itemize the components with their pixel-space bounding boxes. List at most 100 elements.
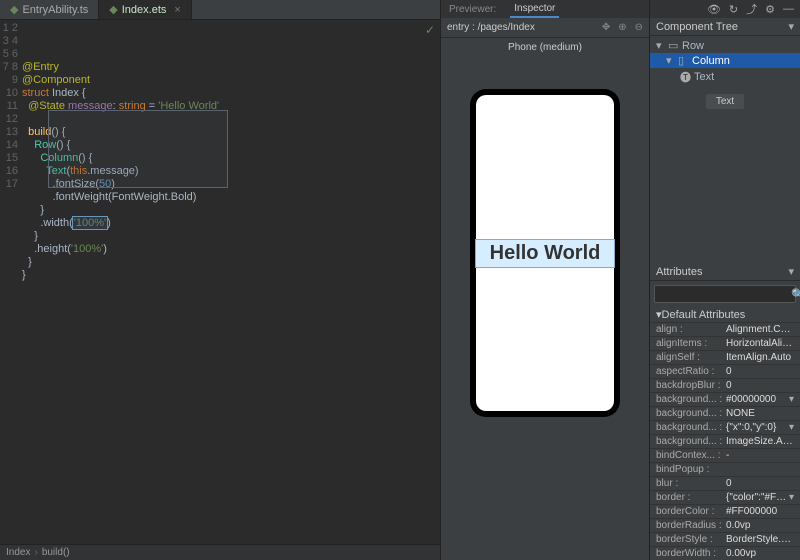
attr-key: backdropBlur :	[656, 380, 726, 391]
gear-icon[interactable]: ⚙	[765, 3, 775, 16]
hello-text[interactable]: Hello World	[476, 240, 614, 267]
attr-val: 0.0vp	[726, 520, 794, 531]
attr-row[interactable]: borderColor :#FF000000	[650, 504, 800, 518]
code-area[interactable]: @Entry @Component struct Index { @State …	[22, 20, 440, 544]
code-token: Index {	[49, 87, 86, 99]
code-token: 'Hello World'	[158, 100, 219, 112]
attr-row[interactable]: backdropBlur :0	[650, 378, 800, 392]
attr-key: bindContex... :	[656, 450, 726, 461]
close-icon[interactable]: ×	[174, 4, 180, 16]
attr-row[interactable]: bindPopup :	[650, 462, 800, 476]
attr-key: bindPopup :	[656, 464, 726, 475]
tab-inspector[interactable]: Inspector	[510, 1, 559, 18]
search-input[interactable]	[659, 289, 791, 300]
tab-entryability[interactable]: ◆ EntryAbility.ts	[0, 0, 99, 19]
attr-val: Alignment.Center	[726, 324, 794, 335]
attr-row[interactable]: blur :0	[650, 476, 800, 490]
code-token: struct	[22, 87, 49, 99]
attr-val: 0	[726, 366, 794, 377]
code-token: () {	[78, 152, 92, 164]
attr-list: align :Alignment.CenteralignItems :Horiz…	[650, 322, 800, 560]
code-token: .fontWeight(FontWeight.Bold)	[22, 191, 196, 203]
crumb[interactable]: Index	[6, 547, 30, 558]
search-icon[interactable]: 🔍	[791, 288, 800, 301]
code-token: message	[65, 100, 113, 112]
export-icon[interactable]: ⤴	[746, 1, 757, 17]
attr-row[interactable]: alignItems :HorizontalAlign.Cen...	[650, 336, 800, 350]
device-screen[interactable]: Hello World	[476, 95, 614, 411]
attributes-header[interactable]: Attributes ▾	[650, 263, 800, 281]
attr-search[interactable]: 🔍	[654, 285, 796, 303]
tree-row[interactable]: ▾ ▭ Row	[650, 38, 800, 53]
attr-row[interactable]: background... :{"x":0,"y":0}▾	[650, 420, 800, 434]
code-token: .width(	[22, 217, 73, 229]
attr-row[interactable]: bindContex... :-	[650, 448, 800, 462]
tree-row[interactable]: 🅣Text	[650, 68, 800, 86]
code-token: Row	[22, 139, 56, 151]
attr-row[interactable]: background... :#00000000▾	[650, 392, 800, 406]
chevron-down-icon[interactable]: ▾	[789, 492, 794, 503]
attr-key: aspectRatio :	[656, 366, 726, 377]
file-icon: ◆	[10, 3, 18, 16]
code-token: Column	[22, 152, 78, 164]
attr-val: ItemAlign.Auto	[726, 352, 794, 363]
zoom-in-icon[interactable]: ⊕	[618, 22, 626, 33]
chevron-down-icon[interactable]: ▾	[789, 422, 794, 433]
text-icon: 🅣	[680, 69, 690, 85]
eye-icon[interactable]: 👁	[707, 3, 721, 16]
attr-val: {"x":0,"y":0}	[726, 422, 789, 433]
attr-val: #00000000	[726, 394, 789, 405]
tab-index-ets[interactable]: ◆ Index.ets ×	[99, 0, 192, 19]
attr-val: NONE	[726, 408, 794, 419]
attr-row[interactable]: alignSelf :ItemAlign.Auto	[650, 350, 800, 364]
code-token: .message)	[87, 165, 138, 177]
component-tree-header[interactable]: Component Tree ▾	[650, 18, 800, 36]
tree-row[interactable]: ▾▯Column	[650, 53, 800, 68]
crumb-sep: ›	[34, 547, 37, 558]
chevron-down-icon[interactable]: ▾	[788, 265, 794, 278]
code-token: this	[70, 165, 87, 177]
expand-icon[interactable]: ▾	[656, 39, 664, 52]
text-button[interactable]: Text	[706, 94, 744, 109]
chevron-down-icon[interactable]: ▾	[789, 394, 794, 405]
attr-row[interactable]: border :{"color":"#FF000000","r...▾	[650, 490, 800, 504]
chevron-down-icon[interactable]: ▾	[788, 20, 794, 33]
attr-row[interactable]: borderStyle :BorderStyle.Solid	[650, 532, 800, 546]
code-token: () {	[56, 139, 70, 151]
section-title: Default Attributes	[662, 309, 746, 321]
code-editor[interactable]: ✓ 1 2 3 4 5 6 7 8 9 10 11 12 13 14 15 16…	[0, 20, 440, 544]
attr-key: background... :	[656, 394, 726, 405]
attr-row[interactable]: aspectRatio :0	[650, 364, 800, 378]
device-frame: Hello World	[470, 89, 620, 417]
code-token: )	[107, 217, 111, 229]
code-token: 50	[99, 178, 111, 190]
attr-row[interactable]: background... :ImageSize.Auto	[650, 434, 800, 448]
attr-val: {"color":"#FF000000","r...	[726, 492, 789, 503]
tab-previewer[interactable]: Previewer:	[445, 2, 500, 17]
attr-row[interactable]: borderWidth :0.00vp	[650, 546, 800, 560]
crumb[interactable]: build()	[42, 547, 70, 558]
column-icon: ▯	[678, 54, 688, 67]
locate-icon[interactable]: ✥	[602, 22, 610, 33]
attr-row[interactable]: borderRadius :0.0vp	[650, 518, 800, 532]
inspector-pane: 👁 ↻ ⤴ ⚙ — Component Tree ▾ ▾▭Row ▾▯Colum…	[650, 0, 800, 560]
code-token: @Component	[22, 74, 90, 86]
attr-val: ImageSize.Auto	[726, 436, 794, 447]
attr-key: blur :	[656, 478, 726, 489]
file-icon: ◆	[109, 3, 117, 16]
attr-row[interactable]: align :Alignment.Center	[650, 322, 800, 336]
attr-key: borderColor :	[656, 506, 726, 517]
expand-icon[interactable]: ▾	[666, 54, 674, 67]
device-stage: Hello World	[441, 59, 649, 560]
refresh-icon[interactable]: ↻	[729, 3, 738, 16]
minimize-icon[interactable]: —	[783, 3, 794, 15]
zoom-out-icon[interactable]: ⊖	[635, 22, 643, 33]
code-token: '100%'	[74, 217, 106, 229]
attr-row[interactable]: background... :NONE	[650, 406, 800, 420]
attr-val: 0.00vp	[726, 548, 794, 559]
tree-label: Row	[682, 40, 704, 52]
attr-section[interactable]: ▾ Default Attributes	[650, 307, 800, 322]
attr-key: background... :	[656, 408, 726, 419]
tab-label: EntryAbility.ts	[22, 4, 88, 16]
row-icon: ▭	[668, 39, 678, 52]
